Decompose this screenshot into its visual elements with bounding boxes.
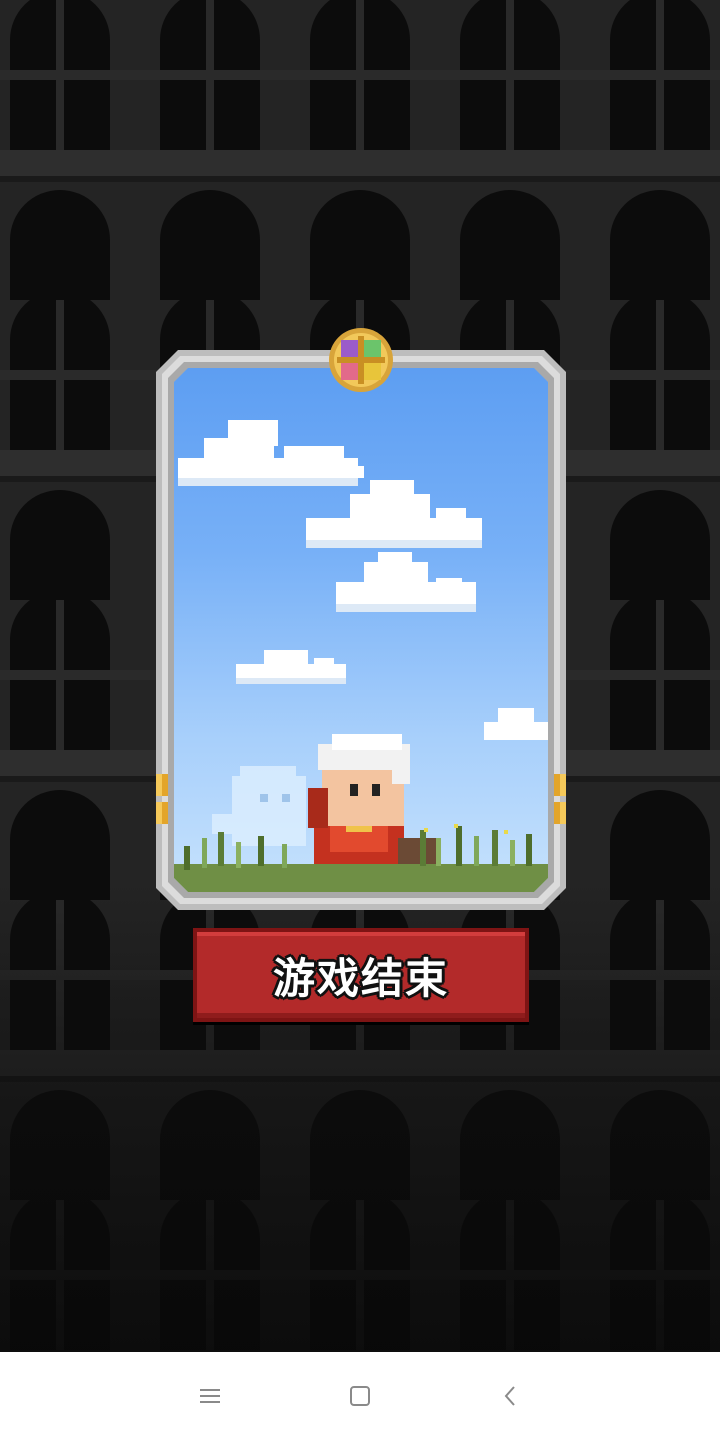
ghost-sprite	[212, 766, 306, 846]
cloud	[336, 552, 476, 612]
cloud	[484, 708, 548, 740]
sky-scene	[174, 368, 548, 892]
gold-trim-right	[554, 774, 566, 824]
system-nav-bar	[0, 1352, 720, 1440]
menu-icon[interactable]	[190, 1376, 230, 1416]
hero-sprite	[308, 734, 438, 884]
tower-arches-row-1	[0, 0, 720, 300]
game-over-button[interactable]: 游戏结束	[193, 928, 529, 1022]
back-chevron-icon[interactable]	[491, 1376, 531, 1416]
cloud	[306, 480, 482, 548]
gold-trim-left	[156, 774, 168, 824]
card-gem-icon	[329, 328, 393, 392]
home-square-icon[interactable]	[340, 1376, 380, 1416]
cloud	[178, 420, 364, 486]
character-card	[156, 328, 566, 910]
game-over-label: 游戏结束	[272, 953, 449, 1003]
